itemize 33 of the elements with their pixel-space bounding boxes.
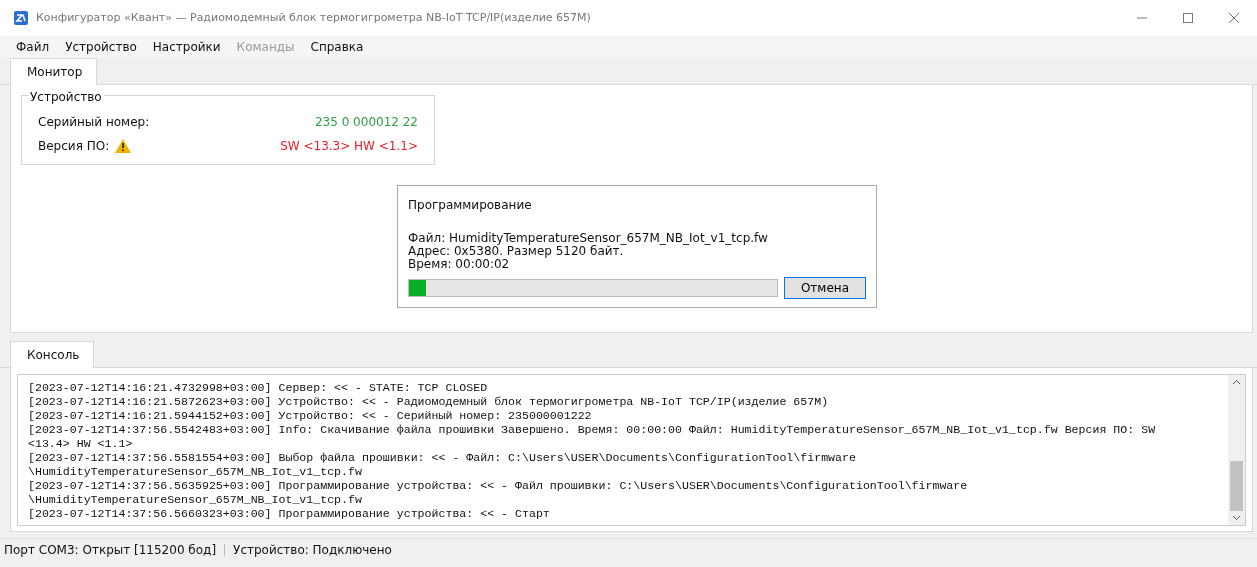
field-value: SW <13.3> HW <1.1> [280, 138, 418, 155]
menu-item[interactable]: Файл [8, 38, 58, 56]
field-label: Версия ПО: [38, 138, 110, 155]
log-line: \HumidityTemperatureSensor_657M_NB_Iot_v1_tcp.fw [28, 465, 363, 479]
log-line: [2023-07-12T14:37:56.5635925+03:00] Программирование устройства: << - Файл прошивки: C:\Users\USER\Documents\ConfigurationTool\firmware [28, 479, 969, 493]
tab[interactable]: Консоль [10, 341, 95, 368]
menu-item[interactable]: Справка [302, 38, 372, 56]
status-text: Порт COM3: Открыт [115200 бод] [4, 541, 217, 559]
log-line: [2023-07-12T14:37:56.5542483+03:00] Info: Скачивание файла прошивки Завершено. Время: 00:00:00 Файл: HumidityTemperatureSensor_657M_NB_Iot_v1_tcp.fw Версия ПО: SW [28, 423, 1157, 437]
status-text: Устройство: Подключено [233, 541, 392, 559]
dialog-text: Время: 00:00:02 [408, 258, 510, 271]
dialog-text: Файл: HumidityTemperatureSensor_657M_NB_Iot_v1_tcp.fw [408, 232, 769, 245]
scroll-up-icon[interactable] [1232, 379, 1241, 385]
window-title: Конфигуратор «Квант» — Радиомодемный блок термогигрометра NB-IoT TCP/IP(изделие 657M) [36, 9, 592, 26]
field-value: 235 0 000012 22 [314, 114, 418, 131]
group-title: Устройство [28, 88, 104, 106]
field-label: Серийный номер: [38, 114, 150, 131]
tab[interactable]: Монитор [10, 58, 98, 85]
app-logo-icon [14, 11, 28, 25]
log-line: [2023-07-12T14:16:21.5944152+03:00] Устройство: << - Серийный номер: 235000001222 [28, 409, 593, 423]
menu-item[interactable]: Настройки [144, 38, 229, 56]
log-line: [2023-07-12T14:16:21.4732998+03:00] Сервер: << - STATE: TCP CLOSED [28, 381, 489, 395]
scroll-down-icon[interactable] [1232, 515, 1241, 521]
log-line: <13.4> HW <1.1> [28, 437, 134, 451]
log-line: [2023-07-12T14:16:21.5872623+03:00] Устройство: << - Радиомодемный блок термогигрометра NB-IoT TCP/IP(изделие 657M) [28, 395, 830, 409]
dialog-title: Программирование [408, 197, 533, 214]
log-line: [2023-07-12T14:37:56.5581554+03:00] Выбор файла прошивки: << - Файл: C:\Users\USER\Documents\ConfigurationTool\firmware [28, 451, 857, 465]
log-line: [2023-07-12T14:37:56.5660323+03:00] Программирование устройства: << - Старт [28, 507, 551, 521]
log-line: \HumidityTemperatureSensor_657M_NB_Iot_v1_tcp.fw [28, 493, 363, 507]
menu-item[interactable]: Устройство [57, 38, 145, 56]
scrollbar-thumb[interactable] [1230, 461, 1243, 511]
dialog-text: Адрес: 0x5380. Размер 5120 байт. [408, 245, 624, 258]
cancel-button[interactable]: Отмена [783, 277, 866, 299]
